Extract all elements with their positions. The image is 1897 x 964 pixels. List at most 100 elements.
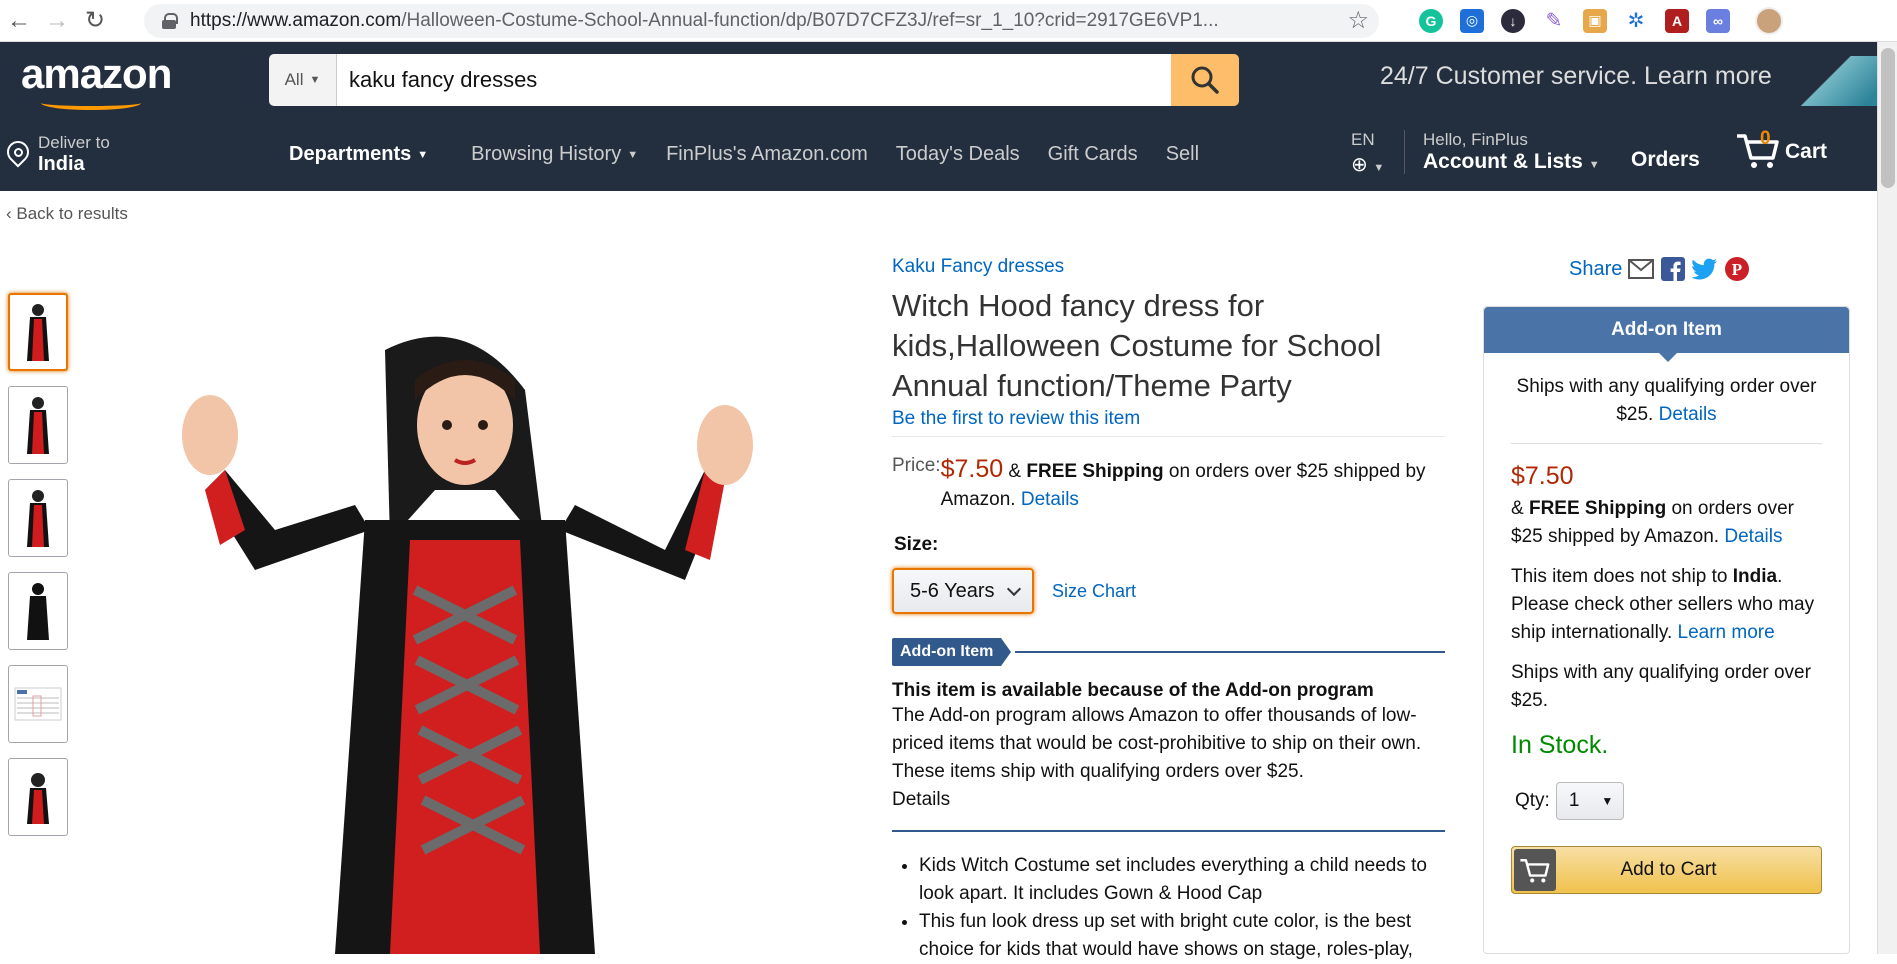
dress-thumbnail-image	[27, 583, 49, 640]
link-extension-icon[interactable]: ∞	[1706, 8, 1730, 33]
caret-down-icon: ▼	[627, 148, 639, 161]
dress-thumbnail-image	[27, 397, 49, 454]
share-label: Share	[1569, 257, 1623, 280]
browser-toolbar: ← → ↻ https://www.amazon.com/Halloween-C…	[0, 0, 1897, 42]
language-selector[interactable]: EN ⊕ ▼	[1351, 130, 1384, 177]
facebook-icon[interactable]	[1660, 256, 1686, 282]
price-block: Price: $7.50 & FREE Shipping on orders o…	[892, 455, 1426, 510]
promo-decoration	[1787, 56, 1877, 106]
vertical-scrollbar[interactable]	[1877, 42, 1897, 954]
amazon-header: amazon All ▼ kaku fancy dresses 24/7 Cust…	[0, 42, 1897, 118]
buybox-details-link[interactable]: Details	[1659, 404, 1717, 425]
image-extension-icon[interactable]: ▣	[1583, 8, 1607, 33]
nav-browsing-history[interactable]: Browsing History ▼	[471, 143, 638, 166]
add-to-cart-button[interactable]: Add to Cart	[1511, 846, 1822, 894]
caret-down-icon: ▼	[1601, 794, 1614, 808]
thumbnail-3[interactable]	[8, 479, 68, 557]
forward-arrow-icon[interactable]: →	[38, 0, 76, 42]
back-to-results-link[interactable]: ‹ Back to results	[6, 204, 128, 224]
extension-icons: G ◎ ↓ ✎ ▣ ✲ A ∞	[1419, 8, 1730, 33]
thumbnail-2[interactable]	[8, 386, 68, 464]
dress-thumbnail-image	[27, 490, 49, 547]
product-details: Kaku Fancy dresses Witch Hood fancy dres…	[892, 256, 1445, 964]
caret-down-icon: ▼	[309, 74, 321, 86]
stock-status: In Stock.	[1511, 731, 1609, 759]
pen-extension-icon[interactable]: ✎	[1542, 8, 1566, 33]
chevron-down-icon	[1006, 581, 1021, 596]
addon-title: This item is available because of the Ad…	[892, 680, 1374, 701]
globe-icon: ⊕ ▼	[1351, 154, 1385, 176]
size-chart-link[interactable]: Size Chart	[1052, 581, 1136, 602]
email-icon[interactable]	[1628, 256, 1655, 282]
compass-extension-icon[interactable]: ◎	[1460, 8, 1484, 33]
size-dropdown[interactable]: 5-6 Years	[892, 568, 1034, 614]
quantity-dropdown[interactable]: 1 ▼	[1555, 782, 1624, 820]
twitter-icon[interactable]	[1692, 256, 1718, 282]
main-product-image[interactable]	[165, 330, 765, 954]
buybox-price: $7.50	[1511, 462, 1574, 490]
orders-link[interactable]: Orders	[1631, 148, 1700, 172]
cart-icon	[1514, 849, 1556, 891]
pinterest-icon[interactable]: P	[1724, 256, 1750, 282]
customer-service-promo[interactable]: 24/7 Customer service. Learn more	[1380, 62, 1772, 91]
lock-icon	[162, 12, 178, 29]
grammarly-icon[interactable]: G	[1419, 8, 1443, 33]
size-chart-thumbnail-image	[14, 687, 62, 721]
amazon-subnav: Deliver to India Departments ▼ Browsing H…	[0, 118, 1897, 191]
deliver-to[interactable]: Deliver to India	[6, 133, 286, 176]
product-title: Witch Hood fancy dress for kids,Hallowee…	[892, 288, 1382, 403]
nav-todays-deals[interactable]: Today's Deals	[896, 143, 1020, 166]
departments-menu[interactable]: Departments ▼	[289, 143, 428, 166]
nav-gift-cards[interactable]: Gift Cards	[1048, 143, 1138, 166]
buybox-addon-header: Add-on Item	[1484, 307, 1849, 362]
thumbnail-1[interactable]	[8, 293, 68, 371]
thumbnail-6[interactable]	[8, 758, 68, 836]
addon-description: The Add-on program allows Amazon to offe…	[892, 705, 1422, 782]
search-department-dropdown[interactable]: All ▼	[269, 54, 337, 106]
cart-link[interactable]: 0 Cart	[1735, 128, 1827, 170]
nav-finplus-amazon[interactable]: FinPlus's Amazon.com	[666, 143, 868, 166]
price: $7.50	[940, 455, 1004, 483]
nav-sell[interactable]: Sell	[1166, 143, 1199, 166]
image-thumbnails	[8, 293, 68, 851]
cart-count: 0	[1760, 128, 1771, 149]
caret-down-icon: ▼	[417, 148, 429, 161]
thumbnail-5-size-chart[interactable]	[8, 665, 68, 743]
shipping-details-link[interactable]: Details	[1021, 489, 1079, 510]
addon-details-link[interactable]: Details	[892, 786, 1445, 814]
buybox-shipping-details-link[interactable]: Details	[1724, 526, 1782, 547]
download-extension-icon[interactable]: ↓	[1501, 8, 1525, 33]
pdf-extension-icon[interactable]: A	[1665, 8, 1689, 33]
bookmark-star-icon[interactable]: ☆	[1347, 6, 1369, 35]
caret-down-icon: ▼	[1588, 159, 1600, 171]
search-input[interactable]: kaku fancy dresses	[337, 54, 1171, 106]
learn-more-link[interactable]: Learn more	[1678, 622, 1775, 643]
no-ship-notice: This item does not ship to India. Please…	[1511, 566, 1815, 643]
url-text[interactable]: https://www.amazon.com/Halloween-Costume…	[190, 10, 1339, 32]
account-lists-menu[interactable]: Hello, FinPlus Account & Lists ▼	[1404, 130, 1600, 174]
share-row: Share P	[1569, 256, 1750, 282]
addon-badge: Add-on Item	[892, 638, 1012, 666]
feature-bullets: Kids Witch Costume set includes everythi…	[892, 852, 1445, 964]
search-icon	[1191, 66, 1219, 94]
write-review-link[interactable]: Be the first to review this item	[892, 408, 1445, 430]
buy-box: Add-on Item Ships with any qualifying or…	[1483, 306, 1850, 954]
nav-links: Departments ▼ Browsing History ▼ FinPlus's…	[289, 143, 1199, 166]
dress-thumbnail-image	[27, 773, 49, 824]
address-bar[interactable]: https://www.amazon.com/Halloween-Costume…	[144, 3, 1379, 38]
gear-extension-icon[interactable]: ✲	[1624, 8, 1648, 33]
search-button[interactable]	[1171, 54, 1239, 106]
reload-icon[interactable]: ↻	[76, 0, 114, 42]
amazon-logo[interactable]: amazon	[21, 50, 172, 110]
thumbnail-4[interactable]	[8, 572, 68, 650]
brand-link[interactable]: Kaku Fancy dresses	[892, 256, 1445, 278]
size-label: Size:	[894, 534, 939, 555]
list-item: This fun look dress up set with bright c…	[919, 908, 1445, 964]
profile-avatar[interactable]	[1755, 6, 1783, 35]
dress-thumbnail-image	[27, 304, 49, 361]
scrollbar-thumb[interactable]	[1881, 48, 1895, 188]
location-pin-icon	[6, 139, 30, 171]
search-bar: All ▼ kaku fancy dresses	[269, 54, 1239, 106]
back-arrow-icon[interactable]: ←	[0, 0, 38, 42]
divider	[892, 436, 1445, 437]
